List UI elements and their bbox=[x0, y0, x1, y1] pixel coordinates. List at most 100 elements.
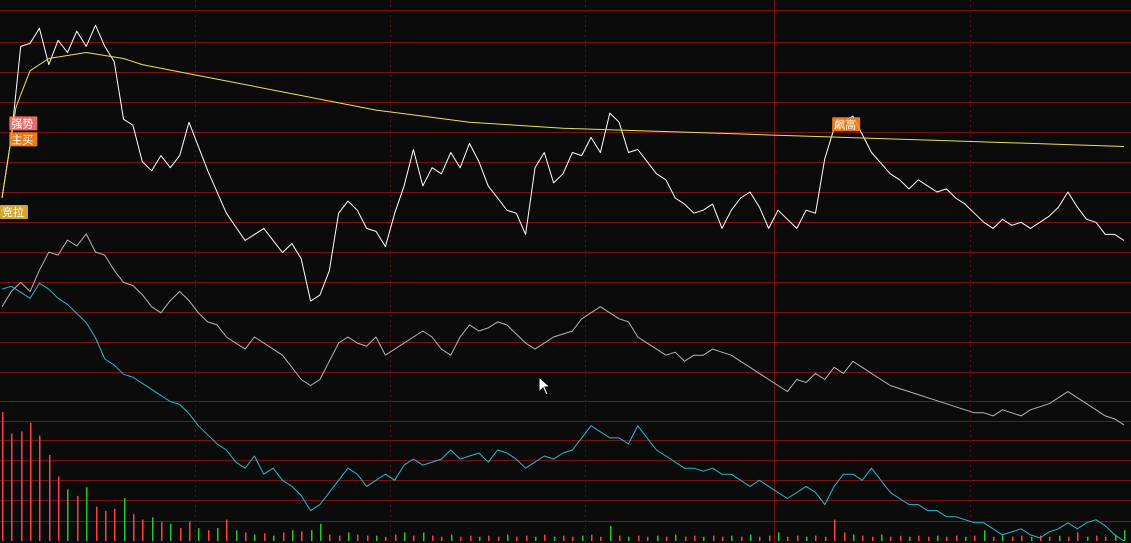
volume-bar bbox=[657, 535, 659, 541]
volume-bar bbox=[918, 535, 920, 541]
volume-bar bbox=[479, 536, 481, 541]
volume-bar bbox=[965, 536, 967, 541]
volume-bar bbox=[67, 489, 69, 541]
volume-bar bbox=[1002, 535, 1004, 541]
volume-bar bbox=[376, 535, 378, 541]
volume-bar bbox=[470, 535, 472, 541]
volume-bar bbox=[1105, 536, 1107, 541]
volume-bar bbox=[554, 536, 556, 541]
volume-bar bbox=[526, 535, 528, 541]
volume-bar bbox=[797, 535, 799, 541]
volume-bar bbox=[909, 536, 911, 541]
volume-bar bbox=[647, 536, 649, 541]
volume-bar bbox=[806, 536, 808, 541]
volume-bar bbox=[208, 530, 210, 541]
volume-bar bbox=[311, 530, 313, 541]
volume-bar bbox=[937, 535, 939, 541]
annotation-tag-label: 竞拉 bbox=[2, 205, 24, 219]
volume-bar bbox=[30, 422, 32, 541]
volume-bar bbox=[703, 536, 705, 541]
volume-bar bbox=[1077, 532, 1079, 541]
volume-bar bbox=[124, 498, 126, 541]
volume-bar bbox=[1031, 536, 1033, 541]
volume-bar bbox=[77, 495, 79, 541]
volume-bar bbox=[638, 535, 640, 541]
volume-bar bbox=[956, 535, 958, 541]
volume-bar bbox=[825, 536, 827, 541]
volume-bar bbox=[563, 535, 565, 541]
volume-bar bbox=[993, 536, 995, 541]
volume-bar bbox=[11, 433, 13, 541]
volume-bar bbox=[544, 534, 546, 541]
volume-bar bbox=[413, 535, 415, 541]
volume-bar bbox=[928, 536, 930, 541]
volume-bar bbox=[39, 435, 41, 541]
volume-bar bbox=[292, 530, 294, 541]
volume-bar bbox=[1096, 535, 1098, 541]
volume-bar bbox=[974, 535, 976, 541]
volume-bar bbox=[226, 519, 228, 541]
volume-bar bbox=[507, 534, 509, 541]
volume-bar bbox=[1012, 536, 1014, 541]
volume-bar bbox=[741, 536, 743, 541]
volume-bar bbox=[189, 521, 191, 541]
annotation-tag: 强势 bbox=[9, 116, 38, 131]
volume-bar bbox=[900, 535, 902, 541]
volume-bar bbox=[254, 534, 256, 541]
annotation-tag: 竞拉 bbox=[0, 205, 28, 220]
volume-bar bbox=[1068, 536, 1070, 541]
volume-bar bbox=[348, 532, 350, 541]
volume-bar bbox=[591, 534, 593, 541]
volume-bar bbox=[1049, 536, 1051, 541]
volume-bar bbox=[21, 431, 23, 541]
volume-bar bbox=[1021, 535, 1023, 541]
volume-bar bbox=[432, 535, 434, 541]
volume-bar bbox=[815, 535, 817, 541]
volume-bar bbox=[301, 531, 303, 541]
volume-bar bbox=[114, 508, 116, 541]
volume-bar bbox=[946, 536, 948, 541]
annotation-tag-label: 飙高 bbox=[834, 117, 856, 131]
mouse-cursor-icon bbox=[538, 376, 552, 396]
volume-bar bbox=[357, 534, 359, 541]
volume-bar bbox=[133, 514, 135, 541]
volume-bar bbox=[264, 533, 266, 541]
volume-bar bbox=[713, 535, 715, 541]
annotation-tag-label: 强势 bbox=[11, 117, 33, 130]
volume-bar bbox=[600, 536, 602, 541]
volume-bar bbox=[666, 536, 668, 541]
volume-bar bbox=[329, 534, 331, 541]
volume-bar bbox=[142, 519, 144, 541]
volume-bar bbox=[49, 455, 51, 541]
volume-bar bbox=[180, 528, 182, 541]
volume-bar bbox=[769, 535, 771, 541]
volume-bar bbox=[198, 528, 200, 541]
volume-bar bbox=[759, 536, 761, 541]
volume-bar bbox=[610, 525, 612, 541]
volume-bar bbox=[460, 536, 462, 541]
volume-bar bbox=[535, 536, 537, 541]
intraday-chart[interactable]: 强势主买竞拉 飙高 bbox=[0, 0, 1131, 543]
annotation-tag-label: 主买 bbox=[11, 133, 33, 146]
volume-bar bbox=[881, 534, 883, 541]
volume-bar bbox=[404, 532, 406, 541]
volume-bar bbox=[1087, 536, 1089, 541]
volume-bar bbox=[675, 534, 677, 541]
volume-bar bbox=[152, 517, 154, 541]
annotation-tag: 飙高 bbox=[832, 117, 861, 132]
volume-bar bbox=[96, 506, 98, 541]
volume-bar bbox=[862, 535, 864, 541]
volume-bar bbox=[441, 536, 443, 541]
volume-bar bbox=[245, 532, 247, 541]
volume-bar bbox=[853, 534, 855, 541]
volume-bar bbox=[516, 536, 518, 541]
volume-bar bbox=[844, 532, 846, 541]
volume-bar bbox=[320, 523, 322, 541]
volume-bar bbox=[385, 536, 387, 541]
volume-bar bbox=[778, 532, 780, 541]
volume-bar bbox=[787, 536, 789, 541]
volume-bar bbox=[1124, 530, 1126, 541]
volume-bar bbox=[423, 532, 425, 541]
volume-bar bbox=[984, 530, 986, 541]
volume-bar bbox=[619, 535, 621, 541]
